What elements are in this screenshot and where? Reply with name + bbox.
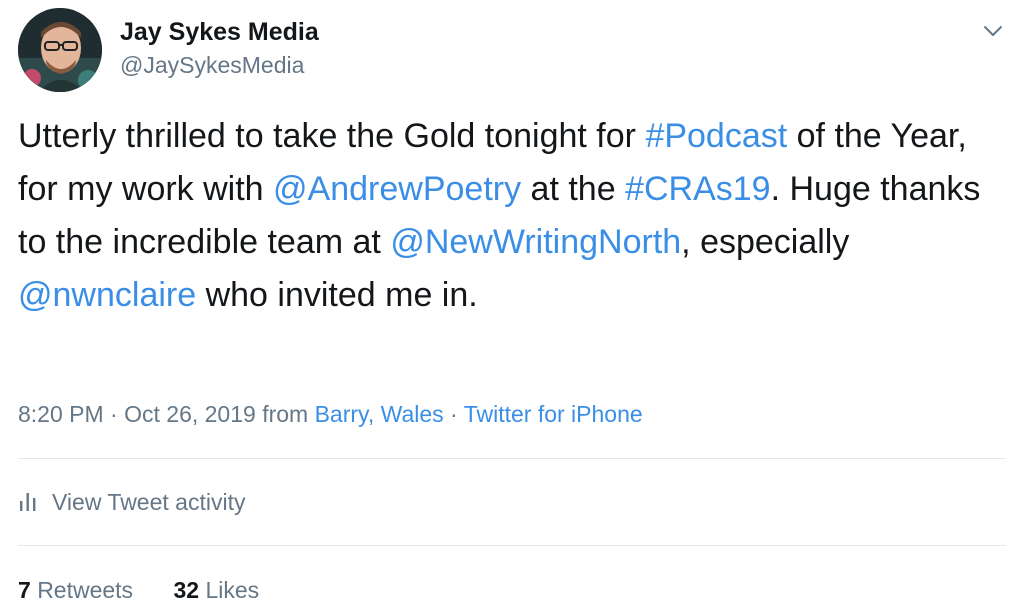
tweet-text-segment: at the: [521, 170, 626, 208]
chevron-down-icon[interactable]: [982, 20, 1004, 42]
source-link[interactable]: Twitter for iPhone: [464, 401, 643, 427]
tweet-text-segment: , especially: [681, 223, 850, 261]
meta-separator: ·: [103, 401, 125, 427]
view-tweet-activity-button[interactable]: View Tweet activity: [18, 486, 245, 518]
hashtag-cras19-link[interactable]: #CRAs19: [625, 170, 771, 208]
likes-label: Likes: [205, 577, 260, 603]
retweets-stat[interactable]: 7 Retweets: [18, 574, 133, 606]
mention-andrewpoetry-link[interactable]: @AndrewPoetry: [273, 170, 521, 208]
hashtag-podcast-link[interactable]: #Podcast: [645, 117, 787, 155]
mention-nwnclaire-link[interactable]: @nwnclaire: [18, 276, 196, 314]
likes-count: 32: [173, 577, 200, 603]
avatar-photo: [18, 8, 102, 92]
divider: [18, 545, 1006, 546]
author-handle[interactable]: @JaySykesMedia: [120, 50, 304, 80]
likes-stat[interactable]: 32 Likes: [173, 574, 259, 606]
meta-from-label: from: [255, 401, 315, 427]
avatar[interactable]: [18, 8, 102, 92]
location-link[interactable]: Barry, Wales: [315, 401, 444, 427]
author-name[interactable]: Jay Sykes Media: [120, 16, 319, 48]
mention-newwritingnorth-link[interactable]: @NewWritingNorth: [390, 223, 681, 261]
bar-chart-icon: [20, 493, 36, 511]
tweet-meta: 8:20 PM · Oct 26, 2019 from Barry, Wales…: [18, 398, 643, 430]
meta-separator: ·: [443, 401, 464, 427]
tweet-text-segment: who invited me in.: [196, 276, 478, 314]
divider: [18, 458, 1006, 459]
tweet-date[interactable]: Oct 26, 2019: [124, 401, 256, 427]
retweets-count: 7: [18, 577, 31, 603]
view-tweet-activity-label: View Tweet activity: [52, 489, 246, 515]
tweet-time[interactable]: 8:20 PM: [18, 401, 104, 427]
tweet-stats: 7 Retweets 32 Likes: [18, 574, 293, 606]
tweet-text-segment: Utterly thrilled to take the Gold tonigh…: [18, 117, 646, 155]
retweets-label: Retweets: [37, 577, 134, 603]
tweet-text: Utterly thrilled to take the Gold tonigh…: [18, 110, 1008, 322]
